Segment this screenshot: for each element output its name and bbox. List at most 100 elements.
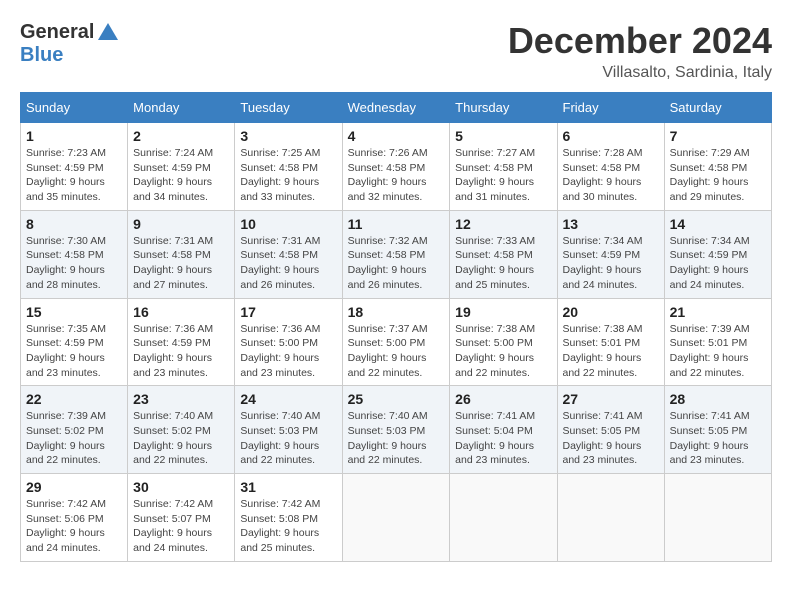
calendar-cell: 9 Sunrise: 7:31 AMSunset: 4:58 PMDayligh… bbox=[128, 210, 235, 298]
calendar-cell: 6 Sunrise: 7:28 AMSunset: 4:58 PMDayligh… bbox=[557, 123, 664, 211]
calendar-cell: 8 Sunrise: 7:30 AMSunset: 4:58 PMDayligh… bbox=[21, 210, 128, 298]
day-info: Sunrise: 7:32 AMSunset: 4:58 PMDaylight:… bbox=[348, 235, 428, 291]
calendar-cell: 26 Sunrise: 7:41 AMSunset: 5:04 PMDaylig… bbox=[450, 386, 557, 474]
calendar-cell bbox=[557, 474, 664, 562]
day-number: 27 bbox=[563, 391, 659, 407]
day-number: 14 bbox=[670, 216, 766, 232]
calendar-cell: 21 Sunrise: 7:39 AMSunset: 5:01 PMDaylig… bbox=[664, 298, 771, 386]
day-number: 6 bbox=[563, 128, 659, 144]
title-section: December 2024 Villasalto, Sardinia, Ital… bbox=[508, 20, 772, 82]
day-info: Sunrise: 7:41 AMSunset: 5:05 PMDaylight:… bbox=[670, 410, 750, 466]
calendar-cell: 16 Sunrise: 7:36 AMSunset: 4:59 PMDaylig… bbox=[128, 298, 235, 386]
day-number: 29 bbox=[26, 479, 122, 495]
day-info: Sunrise: 7:41 AMSunset: 5:05 PMDaylight:… bbox=[563, 410, 643, 466]
month-year-title: December 2024 bbox=[508, 20, 772, 62]
day-number: 5 bbox=[455, 128, 551, 144]
calendar-cell: 15 Sunrise: 7:35 AMSunset: 4:59 PMDaylig… bbox=[21, 298, 128, 386]
day-number: 12 bbox=[455, 216, 551, 232]
calendar-cell: 10 Sunrise: 7:31 AMSunset: 4:58 PMDaylig… bbox=[235, 210, 342, 298]
header-friday: Friday bbox=[557, 93, 664, 123]
day-info: Sunrise: 7:38 AMSunset: 5:00 PMDaylight:… bbox=[455, 323, 535, 379]
day-info: Sunrise: 7:41 AMSunset: 5:04 PMDaylight:… bbox=[455, 410, 535, 466]
logo-blue-text: Blue bbox=[20, 44, 63, 67]
day-number: 26 bbox=[455, 391, 551, 407]
calendar-cell bbox=[450, 474, 557, 562]
day-info: Sunrise: 7:40 AMSunset: 5:03 PMDaylight:… bbox=[240, 410, 320, 466]
header-saturday: Saturday bbox=[664, 93, 771, 123]
calendar-cell: 30 Sunrise: 7:42 AMSunset: 5:07 PMDaylig… bbox=[128, 474, 235, 562]
calendar-cell: 17 Sunrise: 7:36 AMSunset: 5:00 PMDaylig… bbox=[235, 298, 342, 386]
calendar-week-5: 29 Sunrise: 7:42 AMSunset: 5:06 PMDaylig… bbox=[21, 474, 772, 562]
day-info: Sunrise: 7:24 AMSunset: 4:59 PMDaylight:… bbox=[133, 147, 213, 203]
calendar-cell: 7 Sunrise: 7:29 AMSunset: 4:58 PMDayligh… bbox=[664, 123, 771, 211]
calendar-cell: 31 Sunrise: 7:42 AMSunset: 5:08 PMDaylig… bbox=[235, 474, 342, 562]
calendar-cell: 14 Sunrise: 7:34 AMSunset: 4:59 PMDaylig… bbox=[664, 210, 771, 298]
calendar-cell: 2 Sunrise: 7:24 AMSunset: 4:59 PMDayligh… bbox=[128, 123, 235, 211]
calendar-cell: 25 Sunrise: 7:40 AMSunset: 5:03 PMDaylig… bbox=[342, 386, 450, 474]
day-number: 21 bbox=[670, 304, 766, 320]
day-number: 8 bbox=[26, 216, 122, 232]
calendar-cell: 4 Sunrise: 7:26 AMSunset: 4:58 PMDayligh… bbox=[342, 123, 450, 211]
day-number: 1 bbox=[26, 128, 122, 144]
calendar-cell: 29 Sunrise: 7:42 AMSunset: 5:06 PMDaylig… bbox=[21, 474, 128, 562]
day-number: 16 bbox=[133, 304, 229, 320]
day-info: Sunrise: 7:40 AMSunset: 5:02 PMDaylight:… bbox=[133, 410, 213, 466]
day-info: Sunrise: 7:30 AMSunset: 4:58 PMDaylight:… bbox=[26, 235, 106, 291]
day-number: 25 bbox=[348, 391, 445, 407]
day-info: Sunrise: 7:27 AMSunset: 4:58 PMDaylight:… bbox=[455, 147, 535, 203]
day-info: Sunrise: 7:38 AMSunset: 5:01 PMDaylight:… bbox=[563, 323, 643, 379]
day-info: Sunrise: 7:28 AMSunset: 4:58 PMDaylight:… bbox=[563, 147, 643, 203]
calendar-cell: 19 Sunrise: 7:38 AMSunset: 5:00 PMDaylig… bbox=[450, 298, 557, 386]
logo-general-text: General bbox=[20, 21, 94, 44]
day-number: 10 bbox=[240, 216, 336, 232]
calendar-table: Sunday Monday Tuesday Wednesday Thursday… bbox=[20, 92, 772, 562]
calendar-cell: 18 Sunrise: 7:37 AMSunset: 5:00 PMDaylig… bbox=[342, 298, 450, 386]
day-number: 24 bbox=[240, 391, 336, 407]
page-header: General Blue December 2024 Villasalto, S… bbox=[20, 20, 772, 82]
day-number: 28 bbox=[670, 391, 766, 407]
day-number: 11 bbox=[348, 216, 445, 232]
logo: General Blue bbox=[20, 20, 120, 67]
calendar-cell bbox=[664, 474, 771, 562]
calendar-cell: 24 Sunrise: 7:40 AMSunset: 5:03 PMDaylig… bbox=[235, 386, 342, 474]
day-number: 3 bbox=[240, 128, 336, 144]
day-info: Sunrise: 7:42 AMSunset: 5:07 PMDaylight:… bbox=[133, 498, 213, 554]
day-info: Sunrise: 7:37 AMSunset: 5:00 PMDaylight:… bbox=[348, 323, 428, 379]
calendar-cell: 13 Sunrise: 7:34 AMSunset: 4:59 PMDaylig… bbox=[557, 210, 664, 298]
calendar-cell: 5 Sunrise: 7:27 AMSunset: 4:58 PMDayligh… bbox=[450, 123, 557, 211]
logo-icon bbox=[96, 20, 120, 44]
day-number: 7 bbox=[670, 128, 766, 144]
day-number: 9 bbox=[133, 216, 229, 232]
calendar-cell: 1 Sunrise: 7:23 AMSunset: 4:59 PMDayligh… bbox=[21, 123, 128, 211]
calendar-cell: 3 Sunrise: 7:25 AMSunset: 4:58 PMDayligh… bbox=[235, 123, 342, 211]
day-info: Sunrise: 7:39 AMSunset: 5:02 PMDaylight:… bbox=[26, 410, 106, 466]
calendar-cell: 11 Sunrise: 7:32 AMSunset: 4:58 PMDaylig… bbox=[342, 210, 450, 298]
header-wednesday: Wednesday bbox=[342, 93, 450, 123]
calendar-week-3: 15 Sunrise: 7:35 AMSunset: 4:59 PMDaylig… bbox=[21, 298, 772, 386]
calendar-cell: 27 Sunrise: 7:41 AMSunset: 5:05 PMDaylig… bbox=[557, 386, 664, 474]
day-info: Sunrise: 7:25 AMSunset: 4:58 PMDaylight:… bbox=[240, 147, 320, 203]
header-monday: Monday bbox=[128, 93, 235, 123]
day-number: 18 bbox=[348, 304, 445, 320]
day-number: 20 bbox=[563, 304, 659, 320]
calendar-cell: 28 Sunrise: 7:41 AMSunset: 5:05 PMDaylig… bbox=[664, 386, 771, 474]
header-tuesday: Tuesday bbox=[235, 93, 342, 123]
location-subtitle: Villasalto, Sardinia, Italy bbox=[508, 64, 772, 82]
day-info: Sunrise: 7:34 AMSunset: 4:59 PMDaylight:… bbox=[563, 235, 643, 291]
calendar-week-4: 22 Sunrise: 7:39 AMSunset: 5:02 PMDaylig… bbox=[21, 386, 772, 474]
day-info: Sunrise: 7:33 AMSunset: 4:58 PMDaylight:… bbox=[455, 235, 535, 291]
day-number: 15 bbox=[26, 304, 122, 320]
day-info: Sunrise: 7:26 AMSunset: 4:58 PMDaylight:… bbox=[348, 147, 428, 203]
day-info: Sunrise: 7:36 AMSunset: 5:00 PMDaylight:… bbox=[240, 323, 320, 379]
day-info: Sunrise: 7:42 AMSunset: 5:06 PMDaylight:… bbox=[26, 498, 106, 554]
calendar-cell bbox=[342, 474, 450, 562]
day-info: Sunrise: 7:31 AMSunset: 4:58 PMDaylight:… bbox=[133, 235, 213, 291]
calendar-week-2: 8 Sunrise: 7:30 AMSunset: 4:58 PMDayligh… bbox=[21, 210, 772, 298]
day-info: Sunrise: 7:29 AMSunset: 4:58 PMDaylight:… bbox=[670, 147, 750, 203]
day-info: Sunrise: 7:23 AMSunset: 4:59 PMDaylight:… bbox=[26, 147, 106, 203]
day-info: Sunrise: 7:35 AMSunset: 4:59 PMDaylight:… bbox=[26, 323, 106, 379]
day-number: 31 bbox=[240, 479, 336, 495]
calendar-header-row: Sunday Monday Tuesday Wednesday Thursday… bbox=[21, 93, 772, 123]
day-info: Sunrise: 7:42 AMSunset: 5:08 PMDaylight:… bbox=[240, 498, 320, 554]
day-info: Sunrise: 7:34 AMSunset: 4:59 PMDaylight:… bbox=[670, 235, 750, 291]
